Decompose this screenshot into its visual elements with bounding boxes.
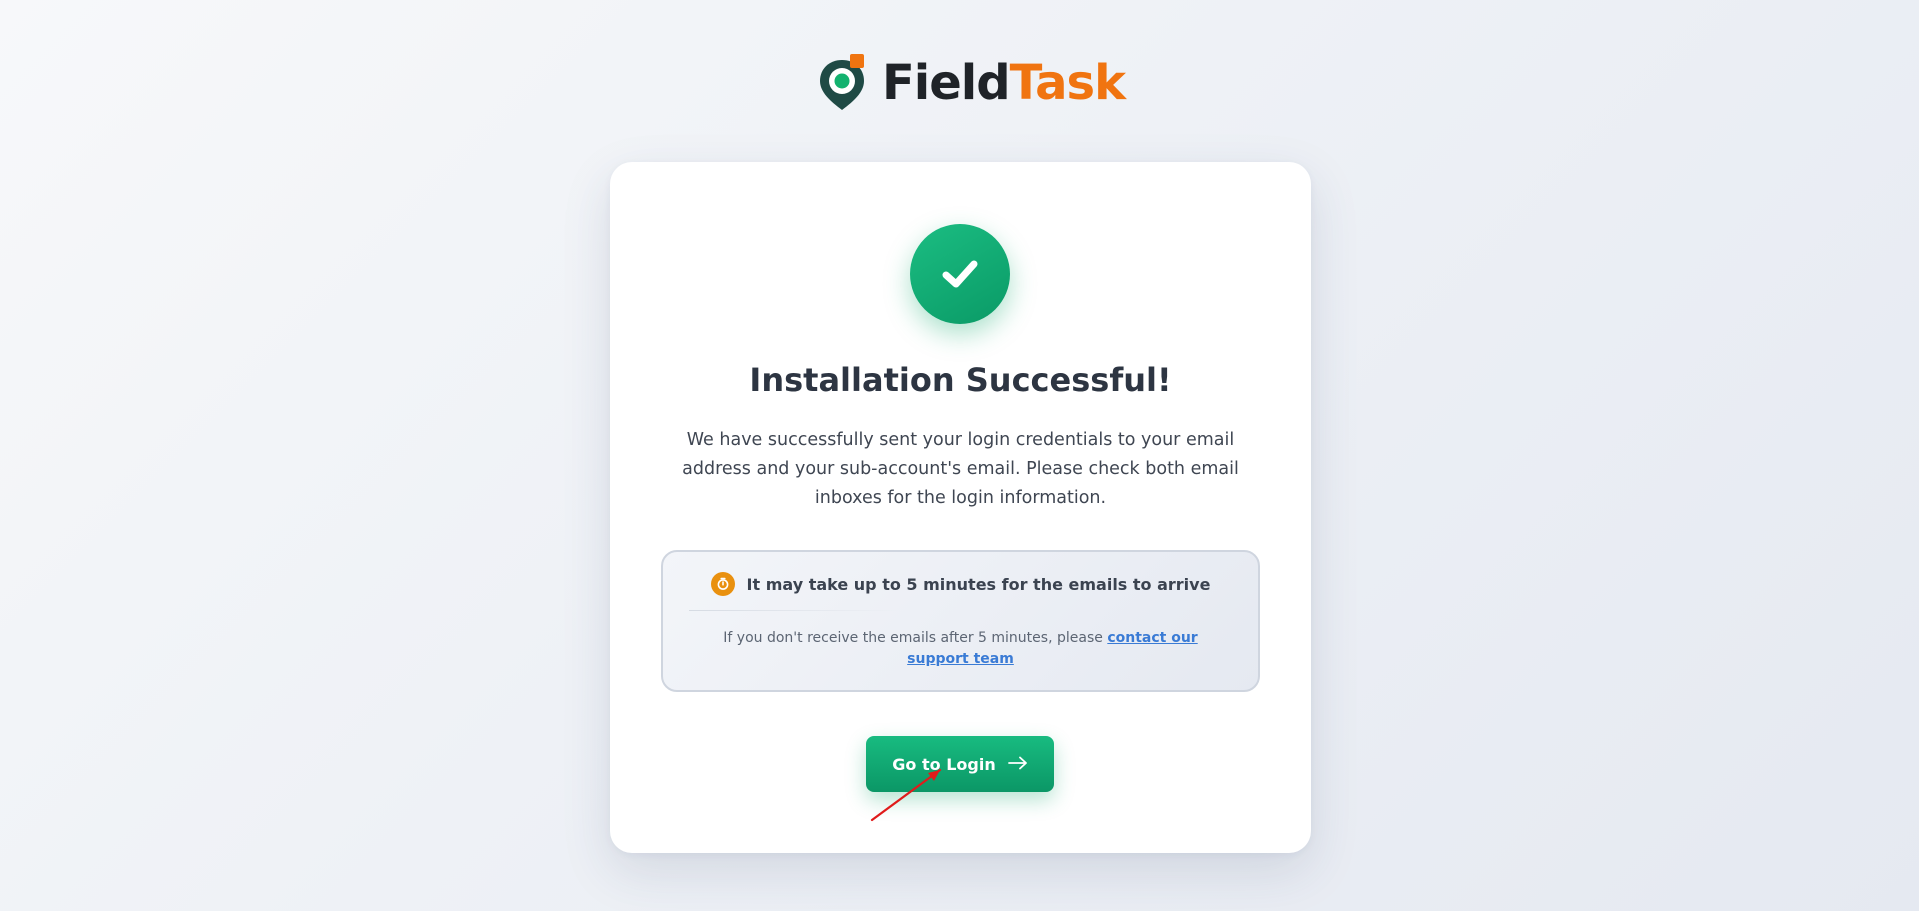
notice-sub-label: If you don't receive the emails after 5 … [723,630,1108,646]
notice-heading: It may take up to 5 minutes for the emai… [746,574,1211,594]
notice-sub-text: If you don't receive the emails after 5 … [693,628,1228,670]
success-message: We have successfully sent your login cre… [682,430,1239,508]
page-title: Installation Successful! [749,361,1172,399]
app-logo-wordmark: FieldTask [882,59,1126,107]
check-icon [910,224,1010,324]
app-logo: FieldTask [818,54,1126,112]
success-card: Installation Successful! We have success… [610,162,1311,853]
email-delay-notice: It may take up to 5 minutes for the emai… [661,550,1260,692]
arrow-right-icon [1007,755,1028,774]
notice-divider [689,610,899,611]
map-pin-logo-icon [818,54,866,112]
notice-heading-row: It may take up to 5 minutes for the emai… [663,572,1258,596]
go-to-login-button[interactable]: Go to Login [866,736,1054,792]
logo-text-field: Field [882,55,1011,111]
login-button-label: Go to Login [892,754,996,774]
logo-text-task: Task [1009,55,1126,111]
clock-icon [710,572,735,596]
